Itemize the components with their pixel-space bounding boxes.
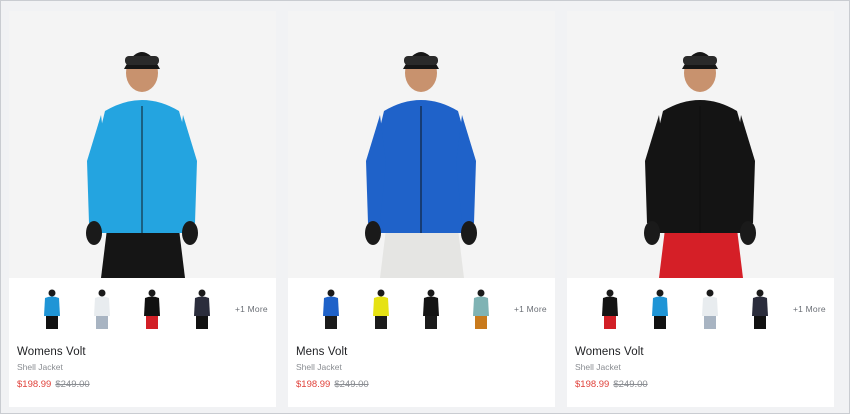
goggles <box>404 56 438 65</box>
swatch-head <box>48 289 56 297</box>
swatch-jacket <box>323 296 339 316</box>
product-name[interactable]: Womens Volt <box>17 346 90 358</box>
color-swatch[interactable] <box>77 284 127 334</box>
color-swatch[interactable] <box>356 284 406 334</box>
color-swatch[interactable] <box>306 284 356 334</box>
color-swatch[interactable] <box>585 284 635 334</box>
color-swatch[interactable] <box>406 284 456 334</box>
more-colors-link[interactable]: +1 More <box>235 304 268 314</box>
color-swatch[interactable] <box>177 284 227 334</box>
swatch-pants <box>475 316 487 329</box>
swatch-head <box>377 289 385 297</box>
swatch-pants <box>375 316 387 329</box>
goggles <box>683 56 717 65</box>
original-price: $249.00 <box>613 379 648 390</box>
swatch-jacket <box>44 296 60 316</box>
price: $198.99 $249.00 <box>17 379 90 390</box>
swatch-jacket <box>752 296 768 316</box>
pants-shape <box>380 229 464 278</box>
original-price: $249.00 <box>55 379 90 390</box>
swatch-jacket <box>94 296 110 316</box>
product-type: Shell Jacket <box>575 362 621 372</box>
product-grid: +1 More Womens Volt Shell Jacket $198.99… <box>9 11 834 407</box>
product-type: Shell Jacket <box>17 362 63 372</box>
glove <box>461 221 477 245</box>
original-price: $249.00 <box>334 379 369 390</box>
pants-shape <box>659 229 743 278</box>
swatch-head <box>756 289 764 297</box>
swatch-head <box>656 289 664 297</box>
swatch-jacket <box>652 296 668 316</box>
product-card[interactable]: +1 More Womens Volt Shell Jacket $198.99… <box>9 11 276 407</box>
color-swatch[interactable] <box>635 284 685 334</box>
price: $198.99 $249.00 <box>296 379 369 390</box>
swatch-jacket <box>473 296 489 316</box>
swatch-jacket <box>194 296 210 316</box>
swatch-pants <box>46 316 58 329</box>
swatch-pants <box>325 316 337 329</box>
swatch-pants <box>654 316 666 329</box>
color-swatch[interactable] <box>735 284 785 334</box>
sale-price: $198.99 <box>296 379 331 390</box>
swatch-head <box>606 289 614 297</box>
swatch-pants <box>604 316 616 329</box>
glove <box>182 221 198 245</box>
sale-price: $198.99 <box>17 379 52 390</box>
swatch-pants <box>425 316 437 329</box>
swatch-pants <box>96 316 108 329</box>
product-name[interactable]: Mens Volt <box>296 346 369 358</box>
swatch-jacket <box>373 296 389 316</box>
swatch-head <box>706 289 714 297</box>
swatch-head <box>427 289 435 297</box>
glove <box>740 221 756 245</box>
product-card[interactable]: +1 More Womens Volt Shell Jacket $198.99… <box>567 11 834 407</box>
glove <box>86 221 102 245</box>
product-type: Shell Jacket <box>296 362 342 372</box>
more-colors-link[interactable]: +1 More <box>793 304 826 314</box>
product-name[interactable]: Womens Volt <box>575 346 648 358</box>
product-card[interactable]: +1 More Mens Volt Shell Jacket $198.99 $2… <box>288 11 555 407</box>
color-swatches: +1 More <box>9 284 276 334</box>
swatch-jacket <box>423 296 439 316</box>
sale-price: $198.99 <box>575 379 610 390</box>
product-image[interactable] <box>288 11 555 278</box>
swatch-pants <box>146 316 158 329</box>
swatch-head <box>327 289 335 297</box>
color-swatch[interactable] <box>127 284 177 334</box>
more-colors-link[interactable]: +1 More <box>514 304 547 314</box>
swatch-jacket <box>702 296 718 316</box>
color-swatch[interactable] <box>456 284 506 334</box>
swatch-pants <box>754 316 766 329</box>
glove <box>365 221 381 245</box>
color-swatches: +1 More <box>567 284 834 334</box>
color-swatch[interactable] <box>685 284 735 334</box>
swatch-head <box>98 289 106 297</box>
product-image[interactable] <box>9 11 276 278</box>
swatch-head <box>198 289 206 297</box>
price: $198.99 $249.00 <box>575 379 648 390</box>
swatch-pants <box>196 316 208 329</box>
color-swatch[interactable] <box>27 284 77 334</box>
product-info: Womens Volt Shell Jacket $198.99 $249.00 <box>575 346 648 390</box>
product-info: Womens Volt Shell Jacket $198.99 $249.00 <box>17 346 90 390</box>
swatch-pants <box>704 316 716 329</box>
pants-shape <box>101 229 185 278</box>
swatch-jacket <box>144 296 160 316</box>
swatch-head <box>477 289 485 297</box>
product-info: Mens Volt Shell Jacket $198.99 $249.00 <box>296 346 369 390</box>
swatch-jacket <box>602 296 618 316</box>
goggles <box>125 56 159 65</box>
product-image[interactable] <box>567 11 834 278</box>
glove <box>644 221 660 245</box>
swatch-head <box>148 289 156 297</box>
color-swatches: +1 More <box>288 284 555 334</box>
